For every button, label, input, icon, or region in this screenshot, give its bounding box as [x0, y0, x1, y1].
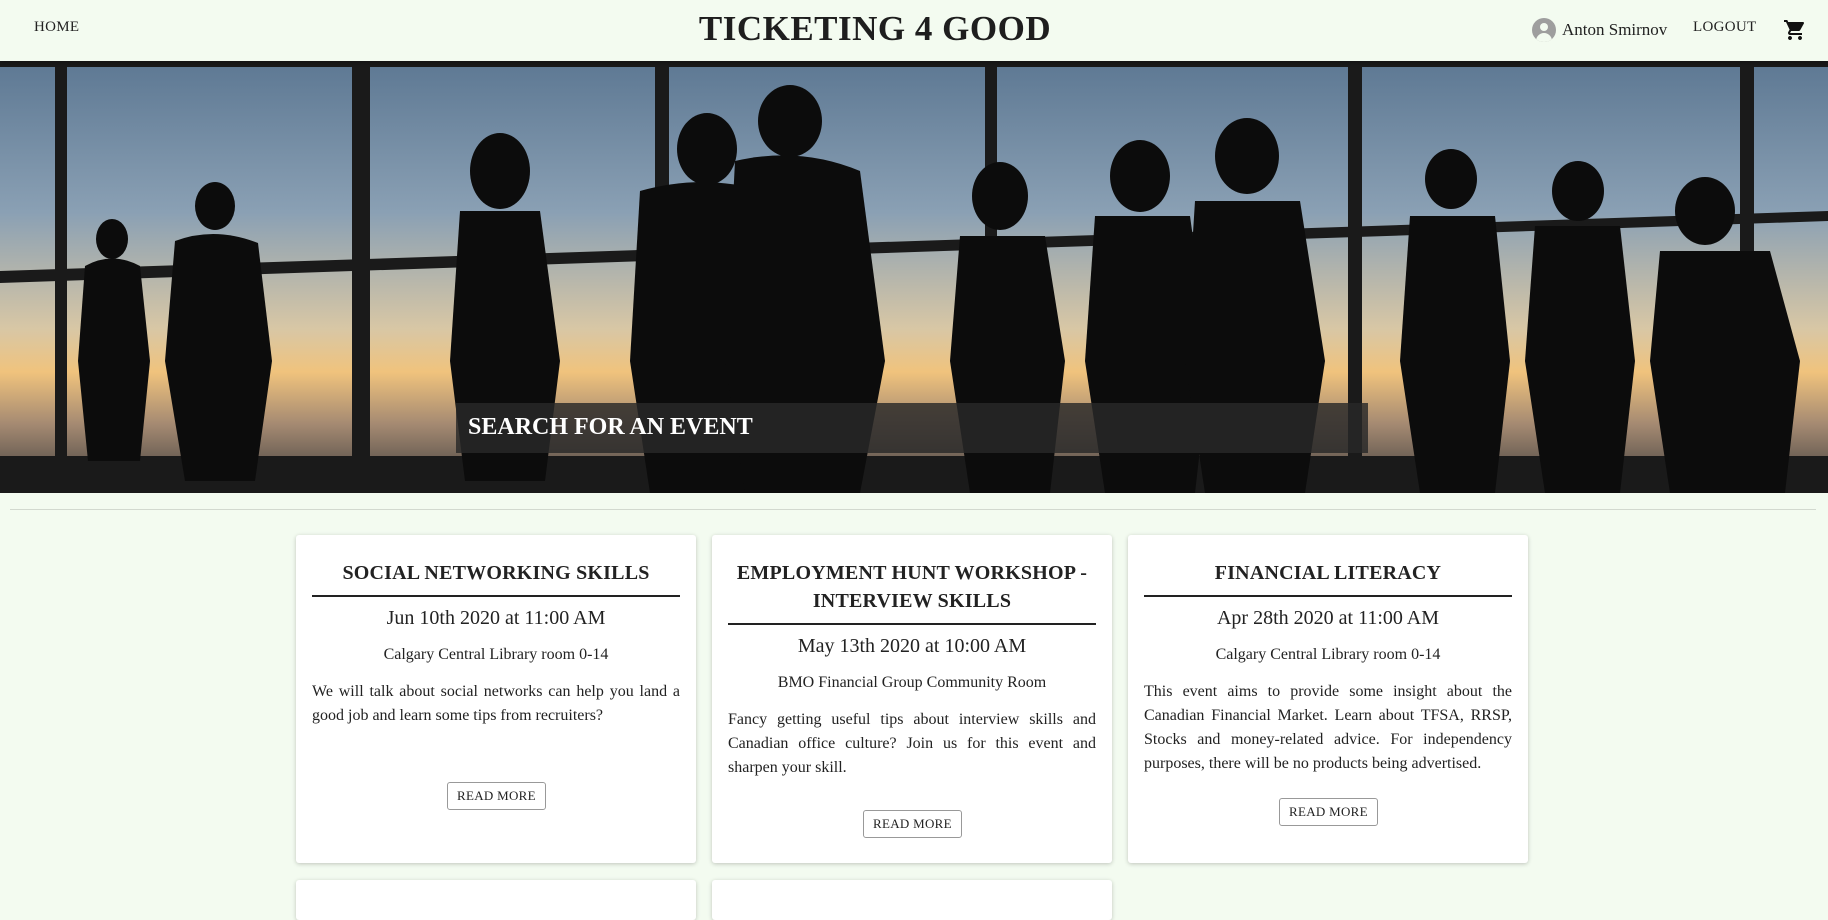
event-description: We will talk about social networks can h…	[312, 683, 680, 724]
hero-banner: SEARCH FOR AN EVENT	[0, 61, 1828, 493]
event-date: Jun 10th 2020 at 11:00 AM	[386, 607, 606, 629]
logout-link[interactable]: LOGOUT	[1693, 19, 1756, 36]
event-card: EMPLOYMENT HUNT WORKSHOP - INTERVIEW SKI…	[712, 535, 1112, 863]
user-menu[interactable]: Anton Smirnov	[1532, 18, 1667, 42]
event-title: EMPLOYMENT HUNT WORKSHOP - INTERVIEW SKI…	[728, 535, 1096, 625]
event-title: SOCIAL NETWORKING SKILLS	[312, 535, 680, 597]
section-divider	[10, 509, 1816, 510]
event-description: This event aims to provide some insight …	[1144, 683, 1512, 772]
event-title: FINANCIAL LITERACY	[1144, 535, 1512, 597]
event-location: BMO Financial Group Community Room	[777, 674, 1047, 691]
site-title: TICKETING 4 GOOD	[698, 9, 1052, 48]
event-location: Calgary Central Library room 0-14	[383, 646, 609, 663]
read-more-button[interactable]: READ MORE	[863, 810, 962, 838]
event-date: May 13th 2020 at 10:00 AM	[797, 635, 1027, 657]
event-date: Apr 28th 2020 at 11:00 AM	[1216, 607, 1440, 629]
read-more-button[interactable]: READ MORE	[1279, 798, 1378, 826]
shopping-cart-icon[interactable]	[1783, 18, 1807, 42]
event-card-partial	[296, 880, 696, 920]
event-description: Fancy getting useful tips about intervie…	[728, 711, 1096, 776]
event-card: FINANCIAL LITERACY Apr 28th 2020 at 11:0…	[1128, 535, 1528, 863]
top-navbar: HOME TICKETING 4 GOOD Anton Smirnov LOGO…	[0, 0, 1828, 61]
read-more-button[interactable]: READ MORE	[447, 782, 546, 810]
event-card: SOCIAL NETWORKING SKILLS Jun 10th 2020 a…	[296, 535, 696, 863]
account-circle-icon	[1532, 18, 1556, 42]
event-card-partial	[712, 880, 1112, 920]
user-name: Anton Smirnov	[1562, 20, 1668, 39]
event-location: Calgary Central Library room 0-14	[1215, 646, 1441, 663]
event-search-input[interactable]: SEARCH FOR AN EVENT	[456, 403, 1368, 453]
